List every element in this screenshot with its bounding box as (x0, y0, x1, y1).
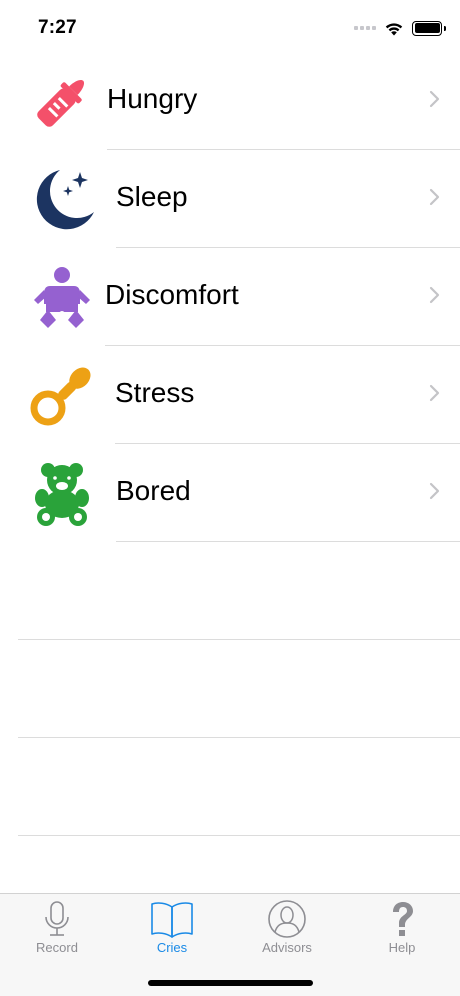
cry-label: Sleep (116, 181, 188, 212)
question-mark-icon (393, 902, 413, 936)
row-separator (18, 835, 460, 836)
status-time: 7:27 (38, 17, 77, 38)
tab-advisors[interactable]: Advisors (242, 900, 332, 960)
pacifier-icon (30, 367, 91, 426)
list-item-hungry[interactable]: Hungry (0, 52, 460, 150)
tab-label: Help (388, 940, 416, 955)
wifi-icon (385, 22, 403, 35)
chevron-right-icon (429, 482, 440, 500)
cry-label: Bored (116, 475, 191, 506)
list-item-bored[interactable]: Bored (0, 444, 460, 542)
chevron-right-icon (429, 90, 440, 108)
open-book-icon (151, 902, 193, 938)
list-item-stress[interactable]: Stress (0, 346, 460, 444)
tab-label: Record (36, 940, 78, 955)
baby-bottle-icon (37, 79, 85, 127)
cry-label: Stress (115, 377, 195, 408)
chevron-right-icon (429, 286, 440, 304)
microphone-icon (45, 901, 69, 936)
teddy-bear-icon (35, 463, 89, 526)
list-item-sleep[interactable]: Sleep (0, 150, 460, 248)
cries-list: Hungry Sleep Discomfort Stress Bored (0, 52, 460, 836)
tab-record[interactable]: Record (12, 900, 102, 960)
chevron-right-icon (429, 384, 440, 402)
tab-cries[interactable]: Cries (127, 900, 217, 960)
moon-stars-icon (36, 170, 94, 230)
home-indicator (148, 980, 313, 986)
empty-row (0, 640, 460, 738)
tab-help[interactable]: Help (357, 900, 447, 960)
status-indicators (354, 18, 446, 38)
tab-label: Cries (156, 940, 188, 955)
baby-icon (34, 267, 90, 328)
cry-label: Discomfort (105, 279, 239, 310)
status-bar: 7:27 (0, 0, 460, 52)
battery-icon (412, 20, 446, 36)
cellular-signal-icon (354, 26, 376, 30)
tab-label: Advisors (262, 940, 312, 955)
empty-row (0, 738, 460, 836)
cry-label: Hungry (107, 83, 198, 114)
empty-row (0, 542, 460, 640)
list-item-discomfort[interactable]: Discomfort (0, 248, 460, 346)
chevron-right-icon (429, 188, 440, 206)
person-icon (268, 900, 306, 938)
screen: 7:27 Hungry Sleep Discomfort Stress Bore… (0, 0, 460, 996)
tab-bar: Record Cries Advisors Help (0, 893, 460, 996)
